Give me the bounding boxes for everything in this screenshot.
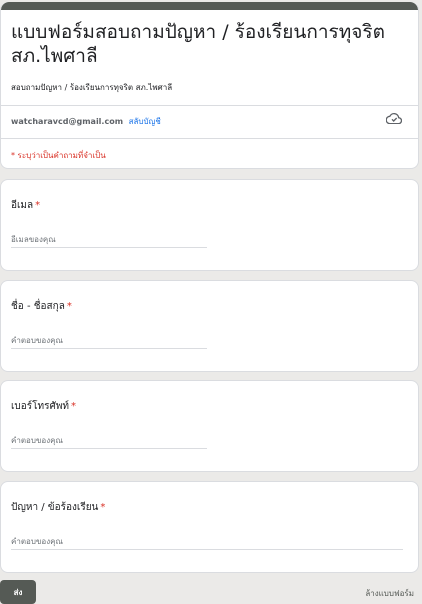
clear-form-link[interactable]: ล้างแบบฟอร์ม (365, 587, 414, 600)
question-card-complaint: ปัญหา / ข้อร้องเรียน * (0, 481, 419, 573)
email-input[interactable] (11, 232, 207, 248)
question-label: อีเมล * (11, 198, 40, 213)
question-label-text: ปัญหา / ข้อร้องเรียน (11, 502, 99, 513)
account-row: watcharavcd@gmail.com สลับบัญชี (11, 115, 161, 128)
required-note: * ระบุว่าเป็นคำถามที่จำเป็น (11, 151, 106, 160)
question-label: เบอร์โทรศัพท์ * (11, 399, 76, 414)
required-star: * (66, 301, 72, 312)
form-description: สอบถามปัญหา / ร้องเรียนการทุจริต สภ.ไพศา… (11, 83, 173, 92)
complaint-input[interactable] (11, 534, 403, 550)
submit-button[interactable]: ส่ง (0, 580, 36, 604)
form-header-card: แบบฟอร์มสอบถามปัญหา / ร้องเรียนการทุจริต… (0, 2, 419, 169)
required-star: * (100, 502, 106, 513)
question-label-text: ชื่อ - ชื่อสกุล (11, 301, 65, 312)
question-label-text: เบอร์โทรศัพท์ (11, 401, 70, 412)
name-input[interactable] (11, 333, 207, 349)
phone-input[interactable] (11, 433, 207, 449)
required-star: * (71, 401, 77, 412)
question-card-email: อีเมล * (0, 179, 419, 271)
switch-account-link[interactable]: สลับบัญชี (129, 117, 161, 126)
question-card-name: ชื่อ - ชื่อสกุล * (0, 280, 419, 372)
divider (1, 138, 418, 139)
cloud-icon (386, 112, 402, 124)
divider (1, 105, 418, 106)
account-email: watcharavcd@gmail.com (11, 117, 124, 126)
question-label: ปัญหา / ข้อร้องเรียน * (11, 500, 105, 515)
question-label: ชื่อ - ชื่อสกุล * (11, 299, 72, 314)
question-card-phone: เบอร์โทรศัพท์ * (0, 380, 419, 472)
form-title: แบบฟอร์มสอบถามปัญหา / ร้องเรียนการทุจริต… (11, 21, 385, 67)
form-page: แบบฟอร์มสอบถามปัญหา / ร้องเรียนการทุจริต… (0, 0, 422, 604)
header-accent-bar (1, 2, 418, 10)
question-label-text: อีเมล (11, 200, 34, 211)
required-star: * (35, 200, 41, 211)
